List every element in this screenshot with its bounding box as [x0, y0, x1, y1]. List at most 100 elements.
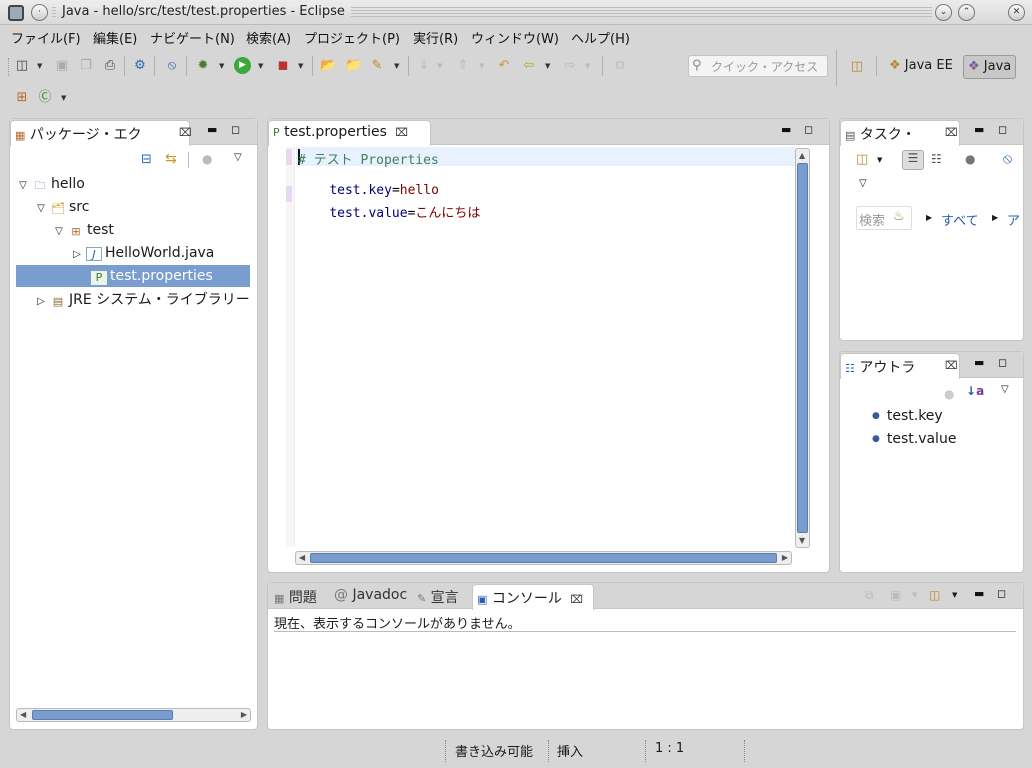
external-tools-dropdown-arrow[interactable]: ▼: [298, 62, 303, 70]
search-tool-icon[interactable]: ✎: [369, 58, 385, 74]
expand-twisty-icon[interactable]: ▷: [35, 291, 47, 311]
minimize-icon[interactable]: ▬: [974, 587, 984, 600]
maximize-icon[interactable]: ◻: [998, 356, 1007, 369]
debug-icon[interactable]: ✹: [195, 58, 211, 74]
minimize-icon[interactable]: ▬: [974, 356, 984, 369]
open-perspective-icon[interactable]: ◫: [849, 59, 865, 75]
run-dropdown-arrow[interactable]: ▼: [258, 62, 263, 70]
editor-horizontal-scrollbar[interactable]: ◀ ▶: [295, 551, 792, 565]
tab-declaration[interactable]: ✎ 宣言: [417, 587, 459, 607]
minimize-icon[interactable]: ▬: [207, 123, 217, 136]
collapse-twisty-icon[interactable]: ▽: [53, 221, 65, 243]
open-resource-icon[interactable]: 📁: [345, 58, 361, 74]
scrollbar-thumb[interactable]: [310, 553, 777, 563]
expand-twisty-icon[interactable]: ▷: [71, 244, 83, 266]
focus-icon[interactable]: ●: [944, 387, 954, 401]
window-menu-button[interactable]: ·: [31, 4, 48, 21]
menu-window[interactable]: ウィンドウ(W): [471, 28, 559, 47]
open-console-icon[interactable]: ⧉: [865, 588, 874, 603]
open-perspective-tool-icon[interactable]: ⚙: [132, 58, 148, 74]
perspective-java-ee-button[interactable]: ❖ Java EE: [885, 55, 957, 79]
print-icon[interactable]: ⎙: [102, 58, 118, 74]
scheduled-icon[interactable]: ☷: [931, 152, 942, 166]
clear-search-icon[interactable]: ♨: [893, 209, 905, 224]
tab-outline[interactable]: ☷ アウトラ ⌧: [840, 353, 960, 379]
task-search-field[interactable]: 検索 ♨: [856, 206, 912, 230]
link-with-editor-icon[interactable]: ⇆: [165, 151, 177, 167]
close-window-button[interactable]: ✕: [1008, 4, 1025, 21]
tab-problems[interactable]: ▦ 問題: [274, 587, 317, 607]
code-line-comment[interactable]: # テスト Properties: [298, 149, 439, 168]
menu-run[interactable]: 実行(R): [413, 28, 458, 47]
run-icon[interactable]: ▶: [234, 57, 251, 74]
external-tools-icon[interactable]: ◼: [275, 58, 291, 74]
scroll-left-icon[interactable]: ◀: [20, 710, 26, 719]
maximize-icon[interactable]: ◻: [998, 123, 1007, 136]
tab-test-properties[interactable]: P test.properties ⌧: [268, 120, 431, 146]
all-tasks-link[interactable]: すべて: [941, 210, 979, 229]
new-task-dropdown-arrow[interactable]: ▼: [877, 156, 882, 164]
close-icon[interactable]: ⌧: [179, 126, 192, 139]
tab-task-list[interactable]: ▤ タスク・ ⌧: [840, 120, 960, 146]
tab-javadoc[interactable]: @ Javadoc: [334, 587, 407, 603]
scrollbar-thumb[interactable]: [32, 710, 173, 720]
save-icon[interactable]: ▣: [54, 58, 70, 74]
forward-dropdown-arrow[interactable]: ▼: [585, 62, 590, 70]
last-edit-location-icon[interactable]: ↶: [496, 58, 512, 74]
view-menu-icon[interactable]: ▽: [234, 152, 242, 163]
activate-task-link[interactable]: ア: [1007, 210, 1020, 229]
minimize-icon[interactable]: ▬: [781, 123, 791, 136]
focus-icon[interactable]: ●: [965, 152, 975, 166]
tree-item-hello[interactable]: ▽ 🗀 hello: [11, 173, 85, 195]
scrollbar-thumb[interactable]: [797, 163, 808, 533]
debug-dropdown-arrow[interactable]: ▼: [219, 62, 224, 70]
scroll-left-icon[interactable]: ◀: [299, 553, 305, 562]
tab-console[interactable]: ▣ コンソール ⌧: [472, 584, 594, 610]
minimize-window-button[interactable]: ⌄: [935, 4, 952, 21]
menu-search[interactable]: 検索(A): [246, 28, 291, 47]
tab-package-explorer[interactable]: ▦ パッケージ・エク ⌧: [10, 120, 192, 146]
new-class-icon[interactable]: Ⓒ: [37, 90, 53, 106]
menu-file[interactable]: ファイル(F): [11, 28, 81, 47]
menu-help[interactable]: ヘルプ(H): [571, 28, 630, 47]
back-icon[interactable]: ⇦: [521, 58, 537, 74]
close-icon[interactable]: ⌧: [945, 126, 958, 139]
maximize-icon[interactable]: ◻: [997, 587, 1006, 600]
display-console-icon[interactable]: ▣: [890, 588, 901, 602]
new-task-icon[interactable]: ◫: [856, 152, 868, 167]
sort-alphabetically-icon[interactable]: ↓a: [966, 384, 984, 398]
code-line-test-value[interactable]: test.value=こんにちは: [298, 187, 480, 236]
pin-editor-icon[interactable]: ⧉: [612, 58, 628, 74]
forward-icon[interactable]: ⇨: [562, 58, 578, 74]
search-dropdown-arrow[interactable]: ▼: [394, 62, 399, 70]
editor-vertical-scrollbar[interactable]: ▲ ▼: [795, 148, 810, 548]
open-type-icon[interactable]: 📂: [320, 58, 336, 74]
display-console-dropdown-arrow[interactable]: ▼: [912, 591, 917, 599]
scroll-down-icon[interactable]: ▼: [799, 536, 805, 545]
maximize-window-button[interactable]: ⌃: [958, 4, 975, 21]
scroll-up-icon[interactable]: ▲: [799, 151, 805, 160]
save-all-icon[interactable]: ❐: [78, 58, 94, 74]
maximize-icon[interactable]: ◻: [231, 123, 240, 136]
collapse-all-icon[interactable]: ⊟: [141, 152, 152, 167]
tree-item-helloworld-java[interactable]: ▷ J HelloWorld.java: [11, 242, 214, 264]
categorized-icon[interactable]: ☰: [902, 150, 924, 170]
outline-item-test-value[interactable]: ● test.value: [872, 431, 956, 447]
close-icon[interactable]: ⌧: [945, 359, 958, 372]
hide-completed-icon[interactable]: ⦸: [1003, 151, 1012, 167]
collapse-twisty-icon[interactable]: ▽: [17, 175, 29, 197]
perspective-java-button[interactable]: ❖ Java: [963, 55, 1017, 79]
tree-item-src[interactable]: ▽ 🗂 src: [11, 196, 89, 218]
close-icon[interactable]: ⌧: [570, 593, 583, 606]
package-explorer-horizontal-scrollbar[interactable]: ◀ ▶: [16, 708, 251, 722]
menu-edit[interactable]: 編集(E): [93, 28, 137, 47]
new-class-dropdown-arrow[interactable]: ▼: [61, 94, 66, 102]
new-console-icon[interactable]: ◫: [929, 588, 940, 602]
menu-navigate[interactable]: ナビゲート(N): [150, 28, 235, 47]
next-annotation-icon[interactable]: ⇓: [416, 58, 432, 74]
previous-annotation-icon[interactable]: ⇑: [455, 58, 471, 74]
next-annotation-dropdown-arrow[interactable]: ▼: [437, 62, 442, 70]
view-menu-icon[interactable]: ▽: [859, 178, 867, 189]
view-menu-icon[interactable]: ▽: [1001, 384, 1009, 395]
eclipse-app-icon[interactable]: [8, 5, 24, 21]
